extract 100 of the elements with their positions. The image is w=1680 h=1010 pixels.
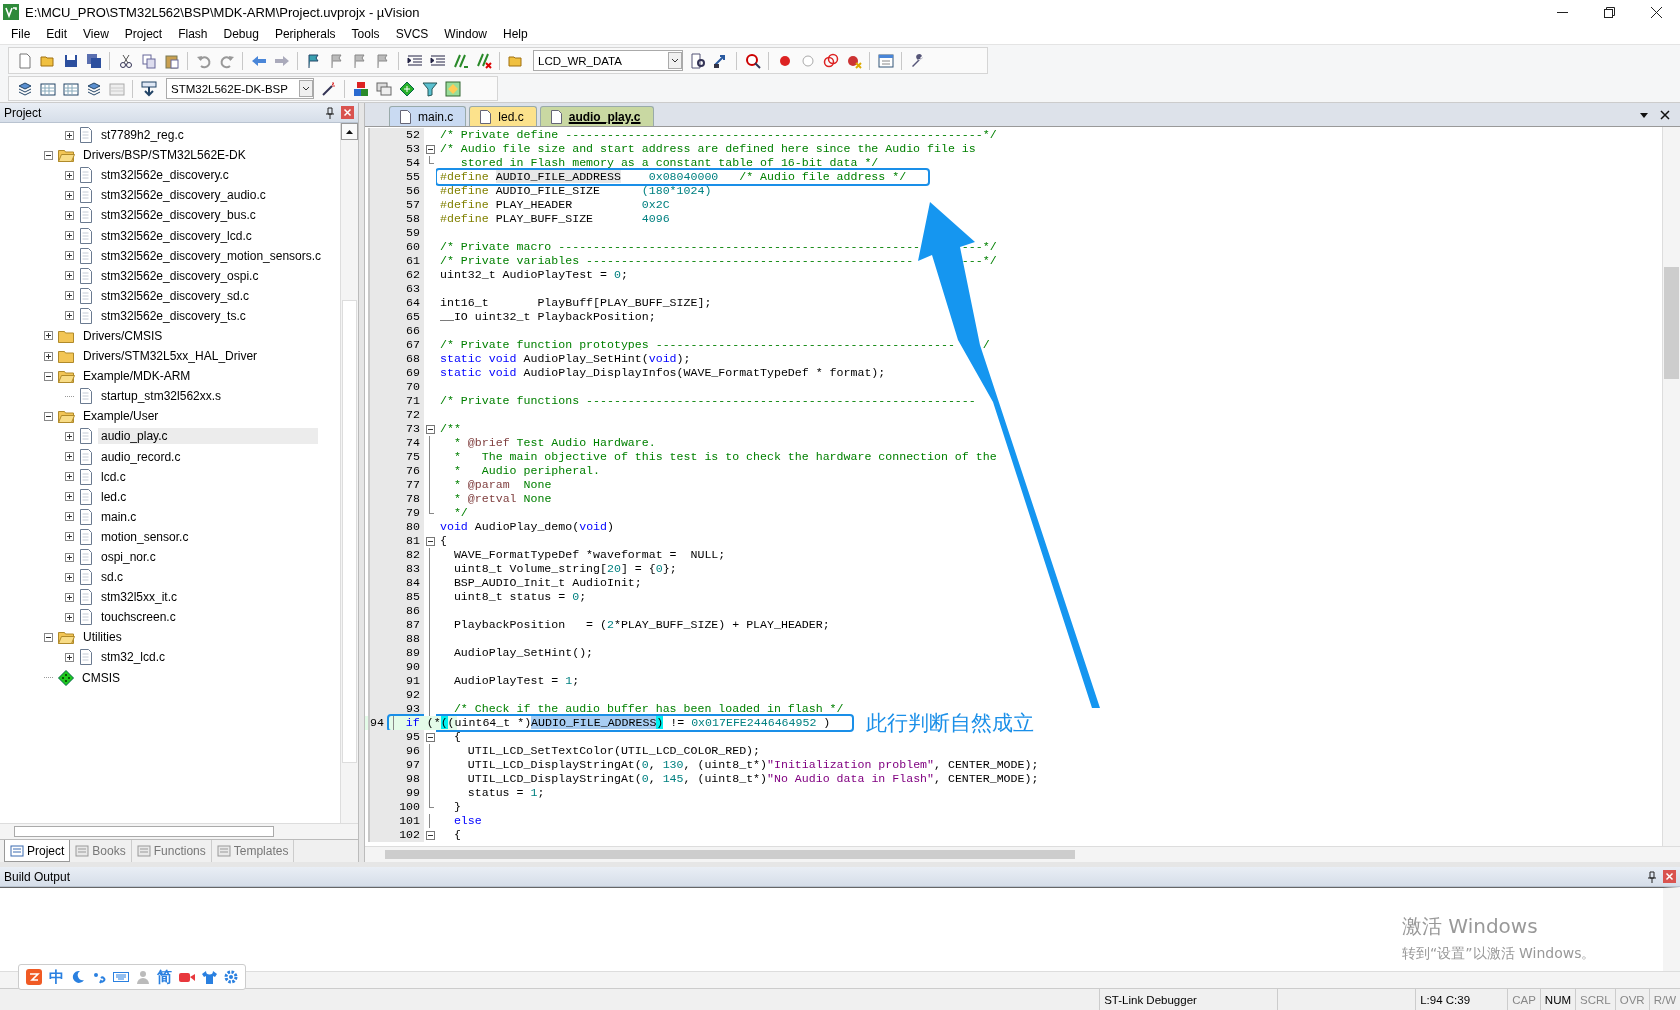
expand-icon[interactable]: [65, 130, 74, 140]
keyboard-icon[interactable]: [113, 970, 129, 984]
tree-item[interactable]: CMSIS: [0, 667, 340, 688]
punctuation-icon[interactable]: [92, 970, 106, 984]
expand-icon[interactable]: [65, 291, 74, 301]
collapse-icon[interactable]: [44, 371, 53, 381]
menu-item[interactable]: Help: [495, 24, 536, 44]
tree-item[interactable]: startup_stm32l562xx.s: [0, 386, 340, 407]
collapse-icon[interactable]: [425, 144, 435, 154]
file-tab[interactable]: audio_play.c: [539, 106, 654, 126]
tree-item[interactable]: st7789h2_reg.c: [0, 125, 340, 146]
tree-item[interactable]: Utilities: [0, 627, 340, 648]
expand-icon[interactable]: [65, 311, 74, 321]
expand-icon[interactable]: [65, 472, 74, 482]
tree-item[interactable]: Drivers/STM32L5xx_HAL_Driver: [0, 346, 340, 367]
expand-icon[interactable]: [65, 251, 74, 261]
scrollbar[interactable]: [0, 823, 358, 839]
expand-icon[interactable]: [65, 271, 74, 281]
tree-item[interactable]: stm32l562e_discovery_lcd.c: [0, 225, 340, 246]
tree-item[interactable]: stm32l562e_discovery.c: [0, 165, 340, 186]
scrollbar[interactable]: [1662, 127, 1680, 846]
tree-item[interactable]: stm32l5xx_it.c: [0, 587, 340, 608]
expand-icon[interactable]: [65, 231, 74, 240]
panel-tab[interactable]: Project: [4, 840, 71, 862]
tree-item[interactable]: stm32l562e_discovery_sd.c: [0, 285, 340, 306]
video-camera-icon[interactable]: [179, 970, 195, 984]
collapse-icon[interactable]: [44, 632, 53, 642]
collapse-icon[interactable]: [425, 830, 435, 840]
target-combo[interactable]: STM32L562E-DK-BSP: [166, 78, 314, 99]
panel-tab[interactable]: Books: [70, 840, 132, 862]
tree-item[interactable]: Example/User: [0, 406, 340, 427]
expand-icon[interactable]: [65, 452, 74, 462]
menu-item[interactable]: Peripherals: [266, 24, 344, 44]
pin-icon[interactable]: [1647, 870, 1657, 883]
collapse-icon[interactable]: [425, 424, 435, 434]
expand-icon[interactable]: [65, 431, 74, 441]
tree-item[interactable]: touchscreen.c: [0, 607, 340, 628]
expand-icon[interactable]: [65, 492, 74, 502]
scrollbar[interactable]: [340, 123, 358, 823]
collapse-icon[interactable]: [425, 732, 435, 742]
code-line: if (*((uint64_t *)AUDIO_FILE_ADDRESS) != 0x017EFE2446464952 ): [388, 716, 853, 730]
scroll-up-icon[interactable]: [341, 123, 358, 140]
tree-item[interactable]: lcd.c: [0, 466, 340, 487]
collapse-icon[interactable]: [44, 411, 53, 421]
expand-icon[interactable]: [44, 331, 53, 341]
expand-icon[interactable]: [65, 552, 74, 562]
menu-item[interactable]: SVCS: [387, 24, 437, 44]
menu-item[interactable]: Edit: [38, 24, 76, 44]
file-tab[interactable]: led.c: [469, 106, 537, 126]
expand-icon[interactable]: [65, 512, 74, 522]
panel-tab[interactable]: Templates: [211, 840, 295, 862]
tree-item[interactable]: stm32l562e_discovery_motion_sensors.c: [0, 245, 340, 266]
tree-item[interactable]: stm32_lcd.c: [0, 647, 340, 668]
dropdown-icon[interactable]: [299, 80, 313, 97]
find-combo[interactable]: LCD_WR_DATA: [533, 50, 683, 71]
expand-icon[interactable]: [65, 190, 74, 200]
menu-item[interactable]: Debug: [215, 24, 267, 44]
expand-icon[interactable]: [65, 532, 74, 542]
tree-item[interactable]: ospi_nor.c: [0, 546, 340, 568]
tree-item[interactable]: stm32l562e_discovery_ts.c: [0, 305, 340, 326]
file-icon: [400, 109, 412, 124]
moon-icon[interactable]: [71, 970, 85, 984]
menu-item[interactable]: View: [75, 24, 117, 44]
menu-item[interactable]: Tools: [343, 24, 388, 44]
expand-icon[interactable]: [65, 653, 74, 662]
tree-item[interactable]: Drivers/CMSIS: [0, 325, 340, 347]
tree-item[interactable]: Drivers/BSP/STM32L562E-DK: [0, 145, 340, 166]
tree-item[interactable]: led.c: [0, 486, 340, 507]
scrollbar[interactable]: [365, 846, 1680, 862]
expand-icon[interactable]: [65, 572, 74, 582]
script-toggle[interactable]: 简: [157, 967, 172, 987]
tree-item[interactable]: Example/MDK-ARM: [0, 366, 340, 387]
language-toggle[interactable]: 中: [49, 967, 64, 987]
shirt-icon[interactable]: [202, 970, 217, 984]
settings-icon[interactable]: [224, 970, 238, 984]
expand-icon[interactable]: [65, 592, 74, 602]
expand-icon[interactable]: [65, 210, 74, 220]
expand-icon[interactable]: [65, 612, 74, 622]
dropdown-icon[interactable]: [668, 52, 682, 69]
file-tab[interactable]: main.c: [389, 106, 467, 126]
panel-tab[interactable]: Functions: [131, 840, 212, 862]
collapse-icon[interactable]: [44, 150, 53, 160]
collapse-icon[interactable]: [425, 536, 435, 546]
tree-item[interactable]: audio_record.c: [0, 446, 340, 467]
tree-item[interactable]: stm32l562e_discovery_audio.c: [0, 185, 340, 206]
tree-item[interactable]: main.c: [0, 506, 340, 527]
close-icon[interactable]: [1660, 109, 1670, 120]
tree-item[interactable]: stm32l562e_discovery_ospi.c: [0, 265, 340, 286]
line-number: 70: [406, 380, 420, 394]
menu-item[interactable]: Flash: [170, 24, 216, 44]
expand-icon[interactable]: [44, 351, 53, 361]
expand-icon[interactable]: [65, 170, 74, 180]
menu-item[interactable]: File: [3, 24, 39, 44]
tree-item[interactable]: stm32l562e_discovery_bus.c: [0, 205, 340, 226]
menu-item[interactable]: Project: [116, 24, 171, 44]
menu-item[interactable]: Window: [436, 24, 495, 44]
tree-item[interactable]: motion_sensor.c: [0, 526, 340, 547]
logo-icon[interactable]: [26, 969, 42, 985]
pin-icon[interactable]: [325, 106, 335, 119]
tree-item[interactable]: sd.c: [0, 567, 340, 588]
